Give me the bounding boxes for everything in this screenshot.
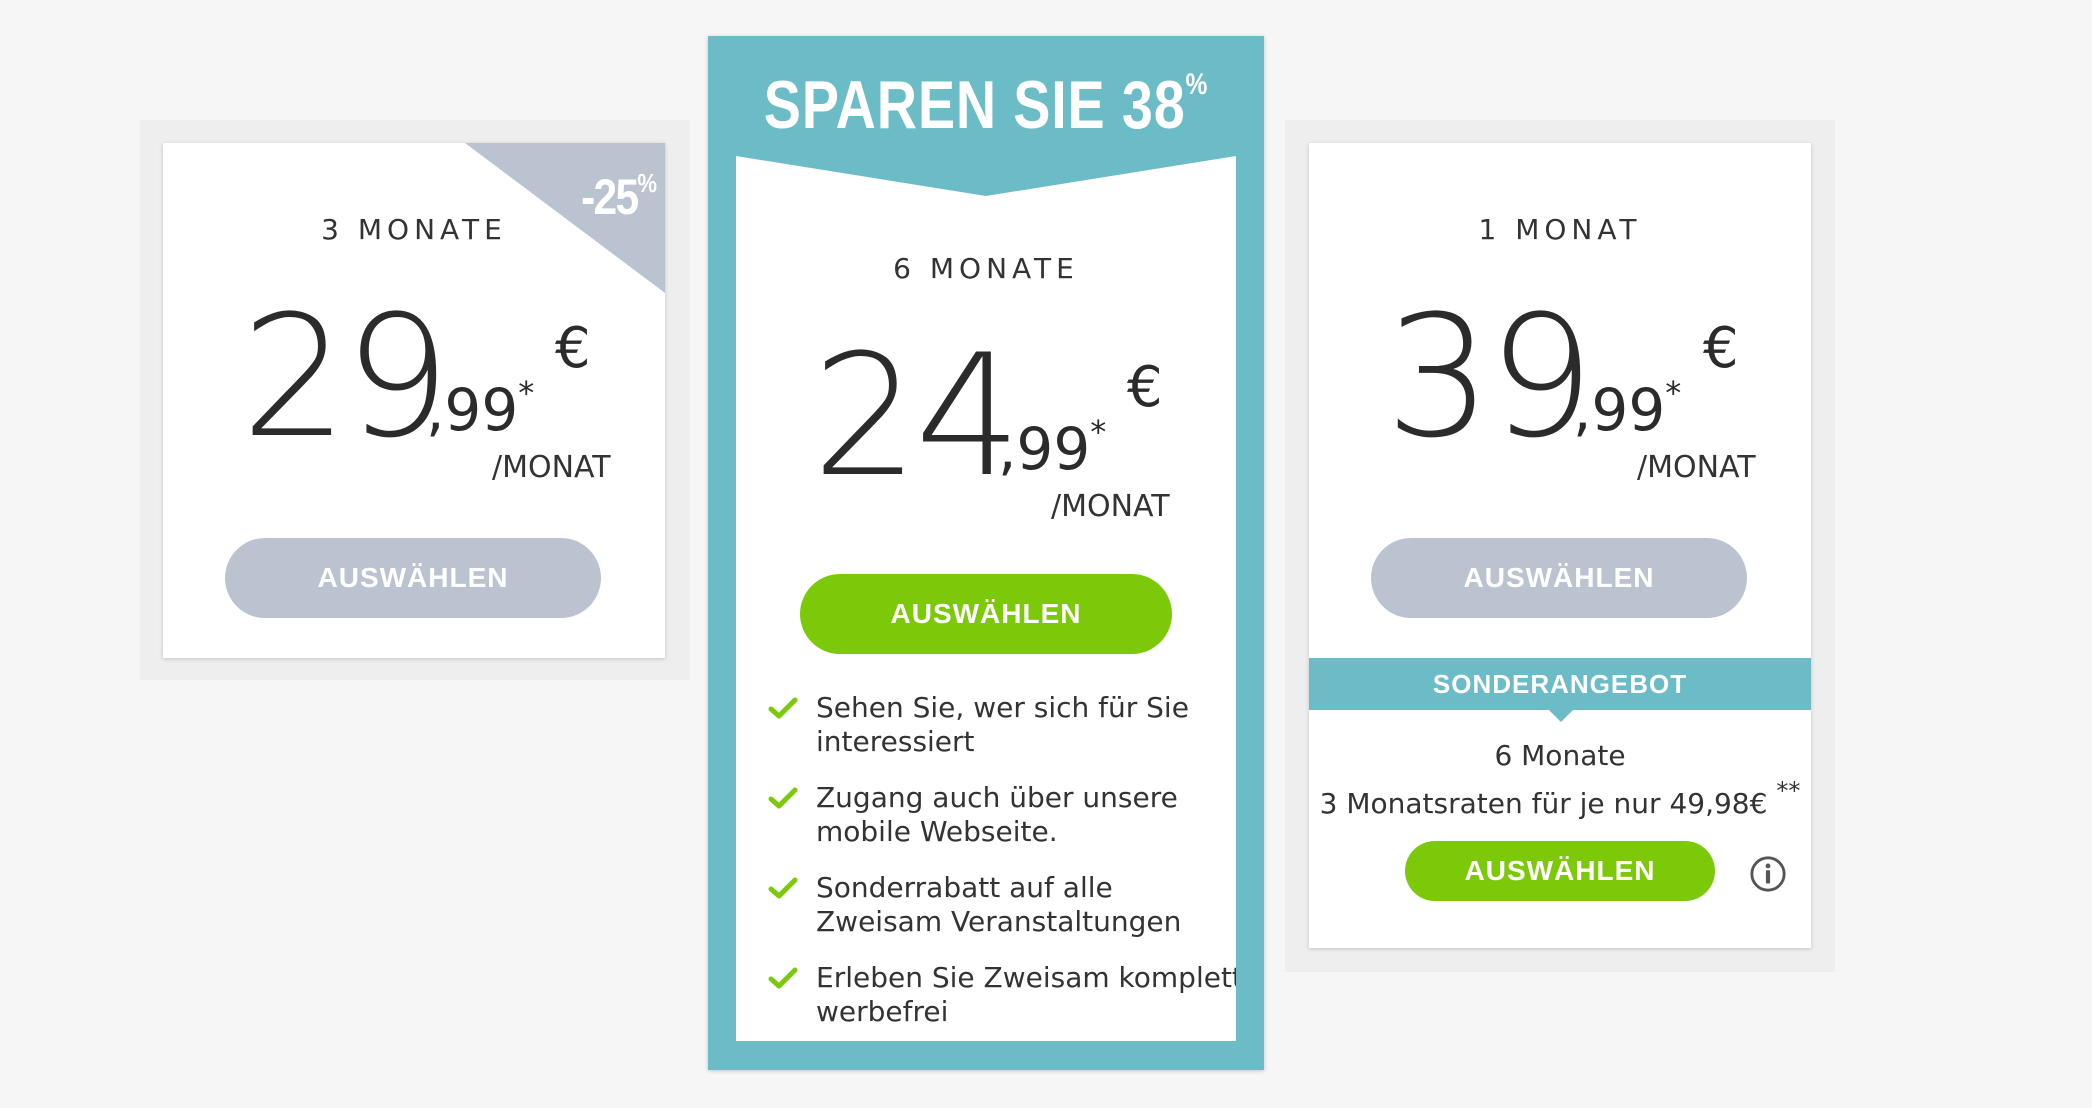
price-decimal-value: ,99 xyxy=(426,376,519,444)
plan-price: 39 ,99* € /MONAT xyxy=(1309,293,1811,493)
pricing-page: -25% 3 MONATE 29 ,99* € /MONAT AUSWÄHLEN… xyxy=(0,0,2092,1108)
feature-item: Zugang auch über unsere mobile Webseite. xyxy=(764,781,1236,849)
savings-banner-percent: % xyxy=(1185,68,1209,101)
plan-price: 29 ,99* € /MONAT xyxy=(163,293,665,493)
price-per-month: /MONAT xyxy=(1637,450,1756,485)
special-offer-terms-text: 3 Monatsraten für je nur 49,98€ xyxy=(1319,787,1768,820)
plan-card-6-months-body: 6 MONATE 24 ,99* € /MONAT AUSWÄHLEN Sehe… xyxy=(736,156,1236,1041)
feature-text: Erleben Sie Zweisam komplett werbefrei xyxy=(816,961,1243,1028)
plan-price: 24 ,99* € /MONAT xyxy=(736,332,1236,532)
price-decimal-value: ,99 xyxy=(998,415,1091,483)
special-offer-terms: 3 Monatsraten für je nur 49,98€ ** xyxy=(1309,777,1811,820)
checkmark-icon xyxy=(768,877,798,899)
select-special-offer-button[interactable]: AUSWÄHLEN xyxy=(1405,841,1715,901)
feature-item: Sonderrabatt auf alle Zweisam Veranstalt… xyxy=(764,871,1236,939)
price-decimal: ,99* xyxy=(426,377,534,439)
price-currency: € xyxy=(1703,316,1739,381)
plan-card-1-month: 1 MONAT 39 ,99* € /MONAT AUSWÄHLEN SONDE… xyxy=(1309,143,1811,948)
feature-text: Zugang auch über unsere mobile Webseite. xyxy=(816,781,1178,848)
feature-text: Sonderrabatt auf alle Zweisam Veranstalt… xyxy=(816,871,1182,938)
special-offer-label: SONDERANGEBOT xyxy=(1309,658,1811,710)
price-currency: € xyxy=(555,316,591,381)
plan-period: 3 MONATE xyxy=(321,213,507,246)
price-integer: 24 xyxy=(812,318,1022,514)
price-decimal: ,99* xyxy=(1573,377,1681,439)
special-offer-pointer xyxy=(1549,710,1573,722)
plan-card-3-months: -25% 3 MONATE 29 ,99* € /MONAT AUSWÄHLEN xyxy=(163,143,665,658)
feature-item: Sehen Sie, wer sich für Sie interessiert xyxy=(764,691,1236,759)
plan-card-6-months: SPAREN SIE 38% 6 MONATE 24 ,99* € /MONAT… xyxy=(708,36,1264,1070)
price-integer: 29 xyxy=(241,279,451,475)
price-integer: 39 xyxy=(1385,279,1595,475)
info-icon[interactable] xyxy=(1749,855,1787,893)
price-decimal-value: ,99 xyxy=(1573,376,1666,444)
special-offer-footnote-mark: ** xyxy=(1776,777,1801,805)
feature-item: Erleben Sie Zweisam komplett werbefrei xyxy=(764,961,1243,1029)
feature-text: Sehen Sie, wer sich für Sie interessiert xyxy=(816,691,1189,758)
select-1-month-button[interactable]: AUSWÄHLEN xyxy=(1371,538,1747,618)
price-per-month: /MONAT xyxy=(492,450,611,485)
savings-banner: SPAREN SIE 38% xyxy=(758,66,1214,144)
price-footnote-mark: * xyxy=(1090,413,1107,451)
price-decimal: ,99* xyxy=(998,416,1106,478)
price-footnote-mark: * xyxy=(1665,374,1682,412)
plan-period: 1 MONAT xyxy=(1478,213,1642,246)
price-currency: € xyxy=(1127,355,1163,420)
checkmark-icon xyxy=(768,787,798,809)
price-per-month: /MONAT xyxy=(1051,489,1170,524)
savings-banner-text: SPAREN SIE 38 xyxy=(763,67,1186,143)
plan-period: 6 MONATE xyxy=(893,252,1079,285)
special-offer-duration: 6 Monate xyxy=(1494,739,1626,772)
feature-list: Sehen Sie, wer sich für Sie interessiert… xyxy=(764,691,1243,1041)
checkmark-icon xyxy=(768,697,798,719)
discount-percent: % xyxy=(637,168,657,198)
checkmark-icon xyxy=(768,967,798,989)
select-6-months-button[interactable]: AUSWÄHLEN xyxy=(800,574,1172,654)
price-footnote-mark: * xyxy=(518,374,535,412)
select-3-months-button[interactable]: AUSWÄHLEN xyxy=(225,538,601,618)
